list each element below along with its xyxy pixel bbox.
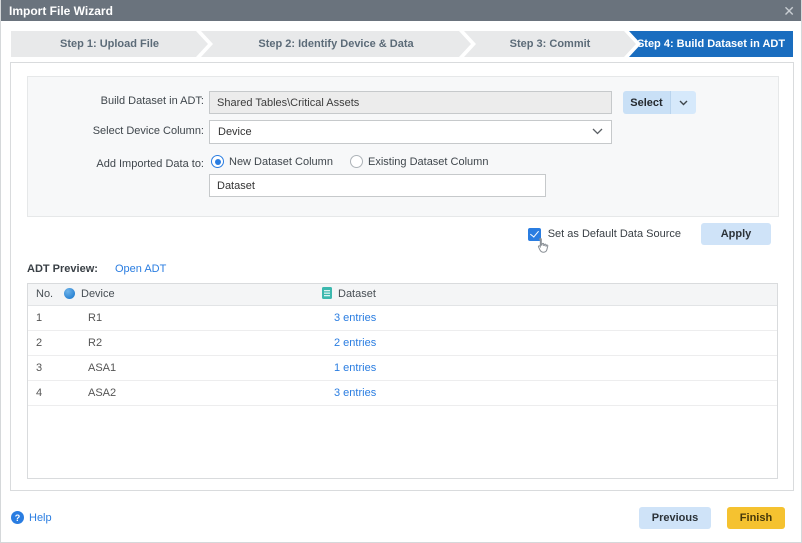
dataset-table-icon <box>322 287 332 302</box>
cursor-pointer-icon <box>534 237 552 256</box>
select-dropdown-button[interactable] <box>670 91 696 114</box>
import-file-wizard-dialog: Import File Wizard ✕ Step 1: Upload File… <box>0 0 802 543</box>
adt-preview-table: No. Device Dataset 1 R1 <box>27 283 778 479</box>
device-name: ASA1 <box>64 355 314 380</box>
select-adt-split-button: Select <box>623 91 696 114</box>
radio-new-dataset-column[interactable]: New Dataset Column <box>211 155 333 169</box>
step-2-identify-device-data[interactable]: Step 2: Identify Device & Data <box>201 31 471 57</box>
radio-new-label: New Dataset Column <box>229 156 333 168</box>
radio-existing-label: Existing Dataset Column <box>368 156 488 168</box>
step-label: Step 1: Upload File <box>60 38 159 50</box>
previous-button[interactable]: Previous <box>639 507 711 529</box>
finish-button[interactable]: Finish <box>727 507 785 529</box>
build-dataset-path-field <box>209 91 612 114</box>
column-header-no: No. <box>28 284 64 305</box>
new-dataset-column-name-field[interactable] <box>209 174 546 197</box>
table-row: 1 R1 3 entries <box>28 305 777 330</box>
dialog-title: Import File Wizard <box>9 4 113 18</box>
adt-preview-label: ADT Preview: <box>27 263 98 275</box>
device-name: R1 <box>64 305 314 330</box>
device-column-label: Select Device Column: <box>28 125 204 137</box>
step-label: Step 4: Build Dataset in ADT <box>637 38 785 50</box>
help-link[interactable]: ? Help <box>11 511 52 524</box>
device-name: R2 <box>64 330 314 355</box>
table-row: 4 ASA2 3 entries <box>28 380 777 405</box>
default-data-source-label: Set as Default Data Source <box>548 228 681 240</box>
help-label: Help <box>29 512 52 524</box>
open-adt-link[interactable]: Open ADT <box>115 263 166 275</box>
device-column-select[interactable]: Device <box>209 120 612 144</box>
column-header-dataset: Dataset <box>314 284 777 305</box>
table-row: 2 R2 2 entries <box>28 330 777 355</box>
step-label: Step 2: Identify Device & Data <box>258 38 413 50</box>
title-bar: Import File Wizard ✕ <box>1 0 802 21</box>
close-icon[interactable]: ✕ <box>783 4 795 18</box>
dataset-entries-link[interactable]: 1 entries <box>334 362 376 374</box>
add-imported-data-label: Add Imported Data to: <box>28 158 204 170</box>
help-icon: ? <box>11 511 24 524</box>
device-name: ASA2 <box>64 380 314 405</box>
radio-button-icon[interactable] <box>350 155 363 168</box>
step-3-commit[interactable]: Step 3: Commit <box>464 31 636 57</box>
step-label: Step 3: Commit <box>510 38 591 50</box>
device-icon <box>64 288 75 299</box>
dataset-entries-link[interactable]: 3 entries <box>334 387 376 399</box>
chevron-down-icon <box>592 126 603 138</box>
build-dataset-form: Build Dataset in ADT: Select Select Devi… <box>27 76 779 217</box>
adt-preview-row: ADT Preview: Open ADT <box>27 263 166 275</box>
build-dataset-label: Build Dataset in ADT: <box>28 95 204 107</box>
select-button[interactable]: Select <box>623 91 670 114</box>
wizard-steps: Step 1: Upload File Step 2: Identify Dev… <box>11 31 793 57</box>
dataset-entries-link[interactable]: 3 entries <box>334 312 376 324</box>
chevron-down-icon <box>679 100 688 106</box>
column-header-device: Device <box>64 284 314 305</box>
table-header-row: No. Device Dataset <box>28 284 777 305</box>
step-4-build-dataset-adt[interactable]: Step 4: Build Dataset in ADT <box>629 31 793 57</box>
dataset-entries-link[interactable]: 2 entries <box>334 337 376 349</box>
table-row: 3 ASA1 1 entries <box>28 355 777 380</box>
apply-button[interactable]: Apply <box>701 223 771 245</box>
radio-button-icon[interactable] <box>211 155 224 168</box>
apply-row: Set as Default Data Source Apply <box>528 223 771 245</box>
device-column-selected-value: Device <box>218 126 252 138</box>
radio-existing-dataset-column[interactable]: Existing Dataset Column <box>350 155 488 169</box>
step-1-upload-file[interactable]: Step 1: Upload File <box>11 31 208 57</box>
step4-content-panel: Build Dataset in ADT: Select Select Devi… <box>10 62 794 491</box>
